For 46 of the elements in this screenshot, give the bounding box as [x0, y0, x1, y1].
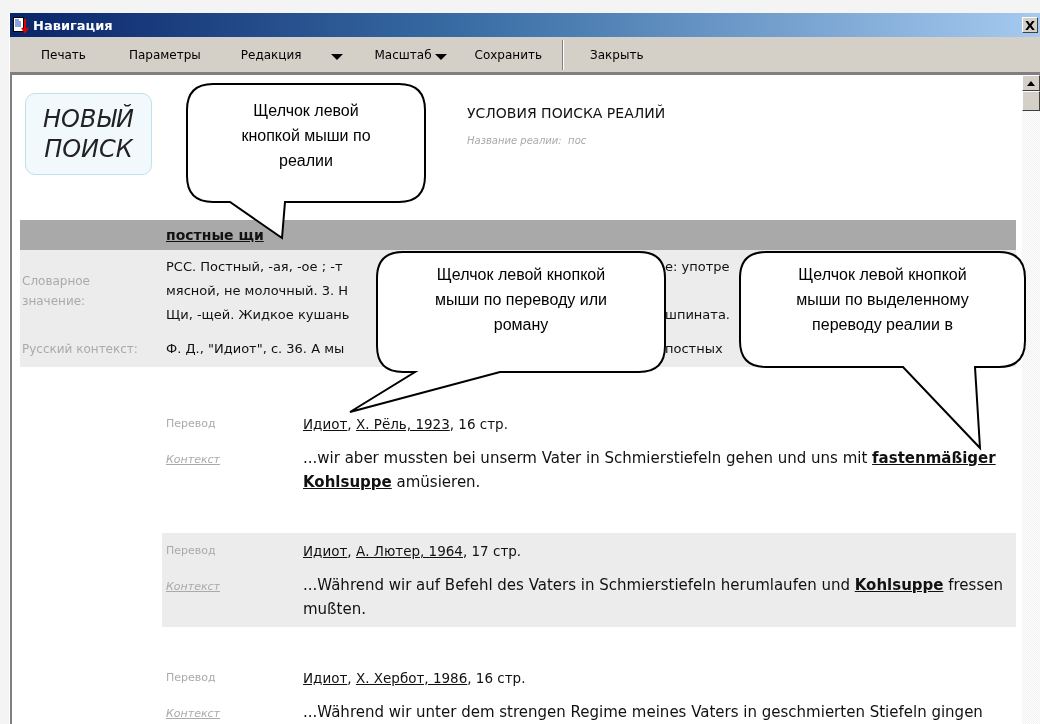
citation-link[interactable]: Х. Рёль, 1923 — [355, 416, 450, 432]
toolbar-button[interactable]: Параметры — [128, 41, 201, 68]
scroll-up-button[interactable] — [1022, 75, 1040, 91]
citation-link[interactable]: Идиот — [303, 670, 348, 686]
term-link[interactable]: постные щи — [166, 227, 264, 243]
document-icon — [13, 16, 29, 34]
toolbar-menu-button[interactable]: Редакция — [240, 41, 343, 68]
field-label: Перевод — [165, 670, 217, 686]
toolbar-button[interactable]: Сохранить — [474, 41, 543, 68]
definition-text: е: употре — [665, 258, 730, 276]
callout-text: Щелчок левой кнопкой мыши по реалии — [240, 101, 372, 171]
translation-citation: Идиот, Х. Рёль, 1923, 16 стр. — [303, 415, 509, 434]
definition-text: Щи, -щей. Жидкое кушань — [166, 306, 350, 324]
context-text: Ф. Д., "Идиот", с. 36. А мы — [166, 340, 345, 358]
callout-text: Щелчок левой кнопкой мыши по выделенному переводу реалии в — [795, 265, 970, 335]
field-label: Перевод — [165, 543, 217, 559]
field-label: Перевод — [165, 416, 217, 432]
definition-text: мясной, не молочный. 3. Н — [166, 282, 349, 300]
definition-text: шпината. — [665, 306, 730, 324]
up-arrow-icon — [1027, 80, 1035, 86]
citation-link[interactable]: А. Лютер, 1964 — [355, 543, 463, 559]
translation-citation: Идиот, А. Лютер, 1964, 17 стр. — [303, 542, 523, 561]
window-title: Навигация — [33, 17, 114, 33]
field-label: Русский контекст: — [21, 341, 139, 358]
context-text: постных — [665, 340, 723, 358]
scroll-thumb[interactable] — [1022, 91, 1040, 111]
citation-link[interactable]: Идиот — [303, 543, 348, 559]
citation-link[interactable]: Идиот — [303, 416, 348, 432]
citation-link[interactable]: Х. Хербот, 1986 — [355, 670, 468, 686]
caret-icon — [330, 53, 343, 60]
scrollbar[interactable] — [1022, 75, 1040, 724]
translation-citation: Идиот, Х. Хербот, 1986, 16 стр. — [303, 669, 527, 688]
caret-icon — [434, 53, 447, 60]
toolbar-button[interactable]: Закрыть — [590, 41, 644, 68]
definition-text: РСС. Постный, -ая, -ое ; -т — [166, 258, 343, 276]
toolbar-button[interactable]: Печать — [41, 41, 86, 68]
search-term-label: Название реалии: пос — [467, 135, 588, 146]
new-search-button[interactable]: НОВЫЙ ПОИСК — [25, 93, 152, 175]
close-button[interactable]: X — [1022, 17, 1038, 33]
context-text: ...wir aber mussten bei unserm Vater in Schmierstiefeln gehen und uns mit fastenmäßiger Kohlsuppe amüsieren. — [303, 448, 997, 493]
context-text: ...Während wir unter dem strengen Regime meines Vaters in geschmierten Stiefeln gingen — [303, 702, 984, 723]
context-text: ...Während wir auf Befehl des Vaters in Schmierstiefeln herumlaufen und Kohlsuppe fressen mußten. — [303, 575, 1004, 620]
section-title: УСЛОВИЯ ПОИСКА РЕАЛИЙ — [467, 105, 666, 121]
toolbar-menu-button[interactable]: Масштаб — [374, 41, 447, 68]
field-label: Словарное значение: — [21, 273, 91, 310]
callout-text: Щелчок левой кнопкой мыши по переводу или роману — [434, 265, 608, 335]
